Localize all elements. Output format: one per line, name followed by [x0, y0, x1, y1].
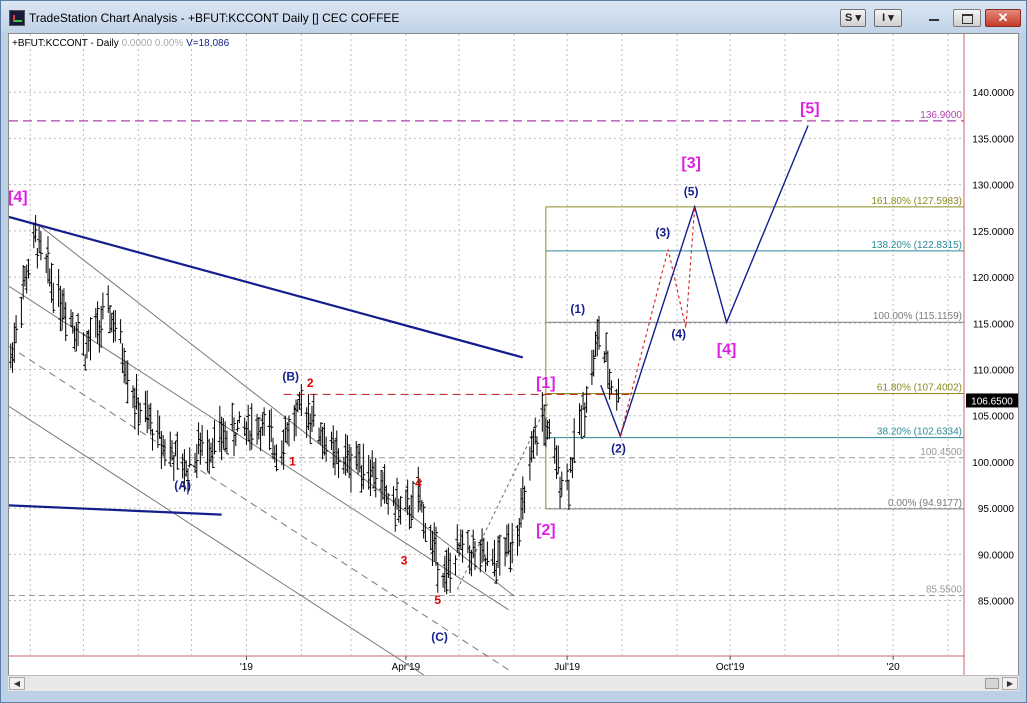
title-bar[interactable]: TradeStation Chart Analysis - +BFUT:KCCO…	[1, 1, 1026, 33]
window-title: TradeStation Chart Analysis - +BFUT:KCCO…	[29, 11, 400, 25]
scroll-right-button[interactable]: ▶	[1002, 677, 1018, 690]
wave-label: [2]	[536, 522, 556, 539]
volume-value: V=18,086	[186, 38, 230, 49]
y-tick-label: 85.0000	[978, 597, 1015, 608]
wave-label: 1	[289, 455, 296, 469]
y-tick-label: 140.0000	[972, 88, 1014, 99]
y-tick-label: 100.0000	[972, 458, 1014, 469]
x-tick-label: Oct'19	[716, 662, 745, 673]
wave-label: [4]	[717, 342, 737, 359]
chart-area[interactable]: 85.0000 90.0000 95.0000 100.0000 105.0000 110…	[8, 33, 1019, 691]
wave-label: [1]	[536, 375, 556, 392]
wave-label: (5)	[684, 185, 699, 199]
y-tick-label: 90.0000	[978, 550, 1015, 561]
y-tick-label: 135.0000	[972, 134, 1014, 145]
y-tick-label: 95.0000	[978, 504, 1015, 515]
fib-level-label: 38.20% (102.6334)	[877, 427, 962, 438]
scroll-thumb[interactable]	[985, 678, 999, 689]
wave-label: (C)	[431, 630, 448, 644]
horizontal-scrollbar[interactable]: ◀ ▶	[8, 675, 1019, 691]
y-tick-label: 130.0000	[972, 181, 1014, 192]
interval-menu-label: I	[882, 12, 886, 24]
price-chart[interactable]: 85.000090.000095.0000100.0000105.0000110…	[9, 34, 1018, 675]
scroll-left-button[interactable]: ◀	[9, 677, 25, 690]
fib-level-label: 100.00% (115.1159)	[873, 311, 962, 322]
y-tick-label: 120.0000	[972, 273, 1014, 284]
y-tick-label: 125.0000	[972, 227, 1014, 238]
minimize-button[interactable]	[921, 9, 949, 27]
wave-label: [5]	[800, 100, 820, 117]
fib-level-label: 161.80% (127.5983)	[871, 196, 962, 207]
wave-label: 5	[434, 593, 441, 607]
wave-label: [3]	[681, 155, 701, 172]
x-tick-label: '19	[240, 662, 253, 673]
symbol-menu-button[interactable]: S ▾	[840, 9, 866, 27]
x-tick-label: Jul'19	[554, 662, 580, 673]
last-price-value: 0.0000 0.00%	[122, 38, 187, 49]
maximize-button[interactable]	[953, 9, 981, 27]
chart-app-icon	[9, 10, 25, 26]
wave-label: (3)	[655, 225, 670, 239]
fib-level-label: 138.20% (122.8315)	[871, 240, 962, 251]
wave-label: (2)	[611, 442, 626, 456]
wave-label: (B)	[282, 370, 299, 384]
close-button[interactable]: ✕	[985, 9, 1021, 27]
target-level-label: 136.9000	[920, 110, 962, 121]
y-tick-label: 115.0000	[973, 319, 1014, 330]
interval-menu-button[interactable]: I ▾	[874, 9, 902, 27]
y-tick-label: 110.0000	[973, 365, 1014, 376]
support-level-label: 100.4500	[920, 447, 962, 458]
x-tick-label: '20	[887, 662, 900, 673]
wave-label: (1)	[570, 302, 585, 316]
symbol-menu-label: S	[845, 12, 853, 24]
current-price-label: 106.6500	[971, 396, 1013, 407]
wave-label: (4)	[671, 327, 686, 341]
fib-level-label: 0.00% (94.9177)	[888, 498, 962, 509]
chevron-down-icon: ▾	[888, 12, 894, 24]
plot-background	[9, 34, 964, 656]
wave-label: 2	[307, 376, 314, 390]
y-tick-label: 105.0000	[972, 412, 1014, 423]
wave-label: [4]	[9, 189, 28, 206]
fib-level-label: 61.80% (107.4002)	[877, 383, 962, 394]
wave-label: 3	[401, 554, 408, 568]
symbol-info-label: +BFUT:KCCONT - Daily 0.0000 0.00% V=18,0…	[12, 38, 230, 49]
chart-window: TradeStation Chart Analysis - +BFUT:KCCO…	[0, 0, 1027, 703]
support-level-label: 85.5500	[926, 584, 963, 595]
close-icon: ✕	[997, 10, 1009, 25]
chevron-down-icon: ▾	[855, 12, 861, 24]
wave-label: (A)	[174, 479, 191, 493]
wave-label: 4	[415, 476, 422, 490]
